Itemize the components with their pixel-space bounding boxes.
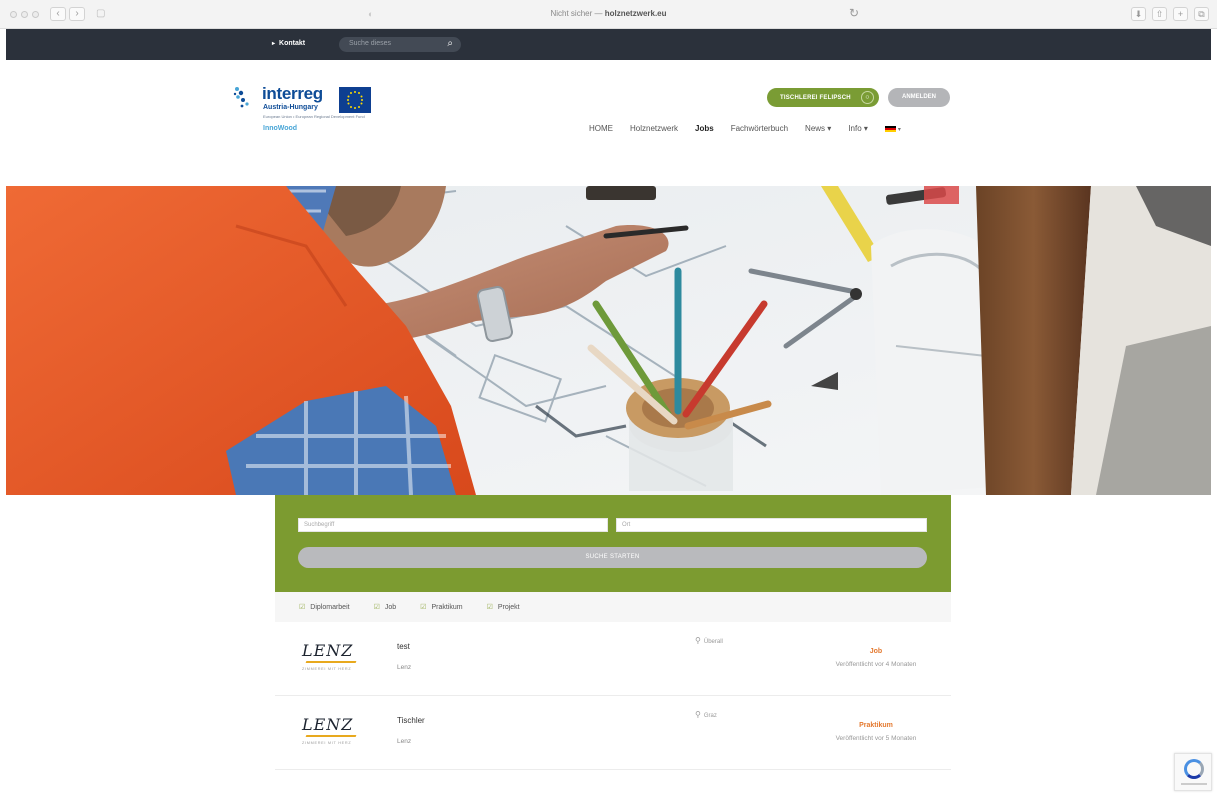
logo-subtitle: Austria-Hungary: [263, 104, 318, 111]
search-icon[interactable]: ⌕: [447, 38, 453, 49]
eu-flag-icon: [339, 87, 371, 113]
job-type-badge: Praktikum: [859, 722, 893, 729]
location-pin-icon: ⚲: [695, 636, 701, 645]
job-listing[interactable]: LENZ ZIMMEREI MIT HERZ Tischler Lenz ⚲ Gr…: [275, 696, 951, 770]
job-title[interactable]: Tischler: [397, 716, 425, 725]
job-location-text: Überall: [703, 639, 723, 645]
download-icon[interactable]: ⬇: [1131, 7, 1146, 21]
account-button-label: TISCHLEREI FELIPSCH: [780, 94, 851, 101]
filter-praktikum[interactable]: ☑ Praktikum: [420, 603, 462, 611]
account-button[interactable]: TISCHLEREI FELIPSCH ○: [767, 88, 879, 107]
check-icon: ☑: [299, 604, 306, 611]
company-logo: LENZ ZIMMEREI MIT HERZ: [302, 715, 366, 749]
company-logo-tagline: ZIMMEREI MIT HERZ: [302, 741, 352, 745]
job-search-panel: Suchbegriff Ort SUCHE STARTEN: [275, 495, 951, 592]
job-location-text: Graz: [703, 713, 717, 719]
check-icon: ☑: [486, 604, 493, 611]
logo-tagline: European Union • European Regional Devel…: [263, 114, 365, 119]
site-logo[interactable]: interreg Austria-Hungary European Union …: [232, 84, 382, 144]
job-location: ⚲ Überall: [695, 636, 723, 645]
user-icon: ○: [861, 91, 874, 104]
nav-item-jobs[interactable]: Jobs: [695, 124, 714, 133]
company-logo-tagline: ZIMMEREI MIT HERZ: [302, 667, 352, 671]
job-posted-date: Veröffentlicht vor 4 Monaten: [835, 661, 917, 668]
job-posted-date: Veröffentlicht vor 5 Monaten: [835, 735, 917, 742]
location-pin-icon: ⚲: [695, 710, 701, 719]
url-prefix: Nicht sicher —: [550, 9, 605, 18]
filter-projekt[interactable]: ☑ Projekt: [487, 603, 520, 611]
filter-label: Job: [384, 604, 397, 611]
nav-item-holznetzwerk[interactable]: Holznetzwerk: [630, 124, 678, 133]
company-logo-word: LENZ: [302, 641, 354, 660]
start-search-button[interactable]: SUCHE STARTEN: [298, 547, 927, 568]
keyword-placeholder: Suchbegriff: [304, 522, 335, 528]
hero-illustration: [6, 186, 1211, 495]
location-placeholder: Ort: [622, 522, 631, 528]
share-icon[interactable]: ⇧: [1152, 7, 1167, 21]
recaptcha-links: [1181, 783, 1207, 785]
job-title[interactable]: test: [397, 642, 410, 651]
reload-icon[interactable]: ↻: [849, 6, 859, 20]
search-placeholder: Suche dieses: [349, 40, 392, 47]
job-company: Lenz: [397, 664, 412, 671]
location-input[interactable]: Ort: [616, 518, 927, 532]
nav-item-home[interactable]: HOME: [589, 124, 613, 133]
new-tab-icon[interactable]: +: [1173, 7, 1188, 21]
filter-label: Projekt: [497, 604, 520, 611]
recaptcha-icon: [1184, 759, 1204, 779]
url-domain: holznetzwerk.eu: [604, 9, 667, 18]
company-logo: LENZ ZIMMEREI MIT HERZ: [302, 641, 366, 675]
chevron-down-icon: ▾: [897, 127, 901, 133]
kontakt-label: Kontakt: [279, 40, 306, 47]
top-search-input[interactable]: Suche dieses ⌕: [339, 37, 461, 52]
logo-project: InnoWood: [263, 125, 298, 132]
filter-label: Praktikum: [431, 604, 463, 611]
logo-underline: [305, 661, 357, 663]
german-flag-icon: [884, 125, 896, 132]
tabs-icon[interactable]: ⧉: [1194, 7, 1209, 21]
keyword-input[interactable]: Suchbegriff: [298, 518, 608, 532]
nav-item-fachwoerterbuch[interactable]: Fachwörterbuch: [731, 124, 788, 133]
job-type-badge: Job: [869, 648, 883, 655]
logo-underline: [305, 735, 357, 737]
job-type-filters: ☑ Diplomarbeit ☑ Job ☑ Praktikum ☑ Projekt: [275, 592, 951, 622]
logo-name: interreg: [262, 84, 323, 103]
nav-item-info[interactable]: Info ▾: [848, 124, 868, 133]
company-logo-word: LENZ: [302, 715, 354, 734]
filter-label: Diplomarbeit: [310, 604, 350, 611]
job-location: ⚲ Graz: [695, 710, 717, 719]
recaptcha-badge[interactable]: [1174, 753, 1212, 791]
interreg-swirl-icon: [233, 87, 249, 108]
login-button[interactable]: ANMELDEN: [888, 88, 950, 107]
job-company: Lenz: [397, 738, 412, 745]
browser-chrome: ‹ › ▢ ◐ Nicht sicher — holznetzwerk.eu ↻…: [0, 0, 1217, 29]
hero-image: [6, 186, 1211, 495]
browser-actions: ⬇ ⇧ + ⧉: [1131, 7, 1209, 21]
filter-diplomarbeit[interactable]: ☑ Diplomarbeit: [299, 603, 350, 611]
top-bar: ▸ Kontakt Suche dieses ⌕: [6, 29, 1211, 60]
nav-item-news[interactable]: News ▾: [805, 124, 831, 133]
arrow-icon: ▸: [272, 41, 276, 47]
kontakt-link[interactable]: ▸ Kontakt: [272, 40, 305, 47]
main-nav: HOME Holznetzwerk Jobs Fachwörterbuch Ne…: [589, 124, 918, 133]
check-icon: ☑: [373, 604, 380, 611]
language-switcher[interactable]: ▾: [884, 124, 901, 133]
filter-job[interactable]: ☑ Job: [374, 603, 397, 611]
job-listing[interactable]: LENZ ZIMMEREI MIT HERZ test Lenz ⚲ Überal…: [275, 622, 951, 696]
address-bar[interactable]: Nicht sicher — holznetzwerk.eu: [0, 9, 1217, 18]
check-icon: ☑: [420, 604, 427, 611]
